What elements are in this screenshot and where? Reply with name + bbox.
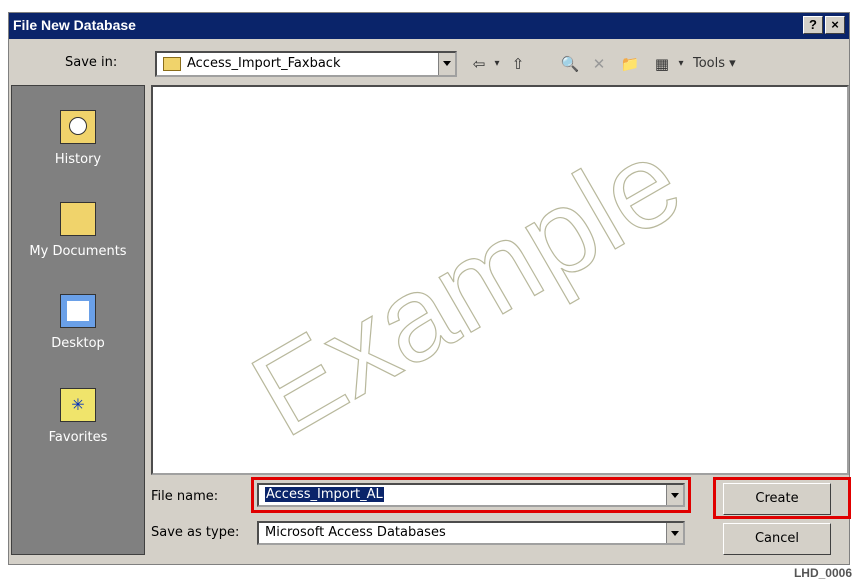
save-in-dropdown-arrow[interactable] — [438, 53, 455, 75]
figure-footnote: LHD_0006 — [793, 566, 852, 580]
example-watermark: Example — [230, 112, 703, 463]
favorites-icon: ✳ — [60, 388, 96, 422]
place-history[interactable]: History — [12, 104, 144, 184]
cancel-button[interactable]: Cancel — [723, 523, 831, 555]
views-dropdown-icon[interactable]: ▾ — [675, 53, 687, 75]
file-name-value: Access_Import_AL — [265, 487, 384, 502]
save-in-label: Save in: — [65, 55, 118, 70]
save-as-type-select[interactable]: Microsoft Access Databases — [257, 521, 685, 545]
delete-icon[interactable]: ✕ — [587, 53, 611, 75]
up-one-level-icon[interactable]: ⇧ — [505, 53, 531, 75]
place-desktop[interactable]: Desktop — [12, 288, 144, 368]
views-icon[interactable]: ▦ — [649, 53, 675, 75]
create-button[interactable]: Create — [723, 483, 831, 515]
save-in-combo[interactable]: Access_Import_Faxback — [155, 51, 457, 77]
place-my-documents[interactable]: My Documents — [12, 196, 144, 276]
folder-icon — [163, 57, 181, 71]
places-bar: History My Documents Desktop ✳ Favorites — [11, 85, 145, 555]
history-icon — [60, 110, 96, 144]
help-button[interactable]: ? — [803, 16, 823, 34]
close-button[interactable]: × — [825, 16, 845, 34]
save-as-type-label: Save as type: — [151, 525, 240, 540]
search-web-icon[interactable]: 🔍 — [557, 53, 583, 75]
desktop-icon — [60, 294, 96, 328]
file-name-input[interactable]: Access_Import_AL — [257, 483, 685, 507]
file-list-pane[interactable]: Example — [151, 85, 849, 475]
file-name-dropdown-arrow[interactable] — [666, 485, 683, 505]
file-name-label: File name: — [151, 489, 219, 504]
place-favorites[interactable]: ✳ Favorites — [12, 382, 144, 462]
back-icon[interactable]: ⇦ — [467, 53, 491, 75]
save-in-value: Access_Import_Faxback — [187, 56, 341, 71]
save-as-type-dropdown-arrow[interactable] — [666, 523, 683, 543]
my-documents-icon — [60, 202, 96, 236]
save-as-type-value: Microsoft Access Databases — [265, 525, 446, 540]
window-title: File New Database — [13, 17, 136, 33]
watermark-text: Example — [231, 113, 702, 462]
title-bar: File New Database ? × — [9, 13, 849, 39]
file-new-database-dialog: File New Database ? × Save in: Access_Im… — [8, 12, 851, 565]
tools-menu[interactable]: Tools ▾ — [693, 53, 753, 75]
back-dropdown-icon[interactable]: ▾ — [491, 53, 503, 75]
new-folder-icon[interactable]: 📁 — [617, 53, 643, 75]
